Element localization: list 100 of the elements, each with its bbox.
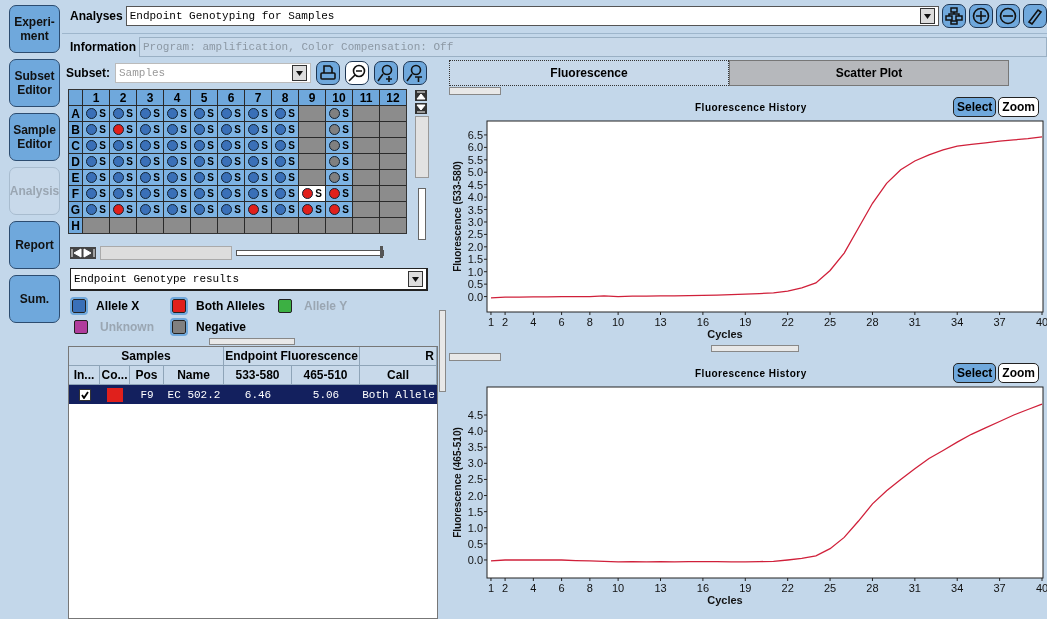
add-button[interactable] [969, 4, 993, 28]
plate-well[interactable] [83, 218, 109, 233]
plate-well[interactable]: S [110, 202, 136, 217]
plate-well[interactable]: S [83, 170, 109, 185]
plate-well[interactable]: S [191, 122, 217, 137]
chart-button[interactable]: Zoom [998, 363, 1039, 383]
pin-sample-button[interactable] [403, 61, 427, 85]
collapse-handle[interactable] [449, 353, 501, 361]
plate-well[interactable] [380, 186, 406, 201]
plot-area[interactable] [486, 386, 1044, 579]
column-header[interactable]: 465-510 [292, 366, 360, 385]
plate-well[interactable] [218, 218, 244, 233]
scroll-bar[interactable] [100, 246, 232, 260]
plate-well[interactable] [380, 138, 406, 153]
plate-well[interactable]: S [326, 170, 352, 185]
plate-well[interactable] [353, 186, 379, 201]
plate-well[interactable]: S [299, 202, 325, 217]
plate-well[interactable]: S [137, 186, 163, 201]
plate-well[interactable]: S [191, 106, 217, 121]
plate-well[interactable]: S [110, 186, 136, 201]
plate-well[interactable]: S [326, 106, 352, 121]
plate-well[interactable]: S [245, 202, 271, 217]
plate-well[interactable]: S [326, 154, 352, 169]
plate-well[interactable]: S [164, 122, 190, 137]
nav-button[interactable]: Report [9, 221, 60, 269]
plate-well[interactable] [137, 218, 163, 233]
plate-well[interactable] [299, 106, 325, 121]
tab[interactable]: Scatter Plot [729, 60, 1009, 86]
edit-button[interactable] [1023, 4, 1047, 28]
plate-well[interactable]: S [110, 138, 136, 153]
plate-well[interactable] [110, 218, 136, 233]
plate-well[interactable]: S [272, 186, 298, 201]
plate-well[interactable]: S [83, 122, 109, 137]
scroll-bar[interactable] [415, 116, 429, 178]
plate-well[interactable]: S [164, 154, 190, 169]
plate-well[interactable]: S [218, 154, 244, 169]
plate-well[interactable] [353, 106, 379, 121]
tab[interactable]: Fluorescence [449, 60, 729, 86]
column-header[interactable]: Pos [130, 366, 164, 385]
plate-well[interactable]: S [191, 154, 217, 169]
chart-button[interactable]: Select [952, 97, 997, 117]
plate-well[interactable] [272, 218, 298, 233]
plate-well[interactable]: S [164, 170, 190, 185]
zoom-out-button[interactable] [345, 61, 369, 85]
plate-well[interactable]: S [245, 106, 271, 121]
plate-well[interactable]: S [245, 138, 271, 153]
plate-well[interactable] [164, 218, 190, 233]
plate-well[interactable]: S [83, 202, 109, 217]
plate-well[interactable] [380, 106, 406, 121]
nav-button[interactable]: Experi-ment [9, 5, 60, 53]
plate-well[interactable]: S [299, 186, 325, 201]
plate-well[interactable]: S [272, 170, 298, 185]
legend-swatch[interactable] [72, 299, 86, 313]
plate-well[interactable] [299, 154, 325, 169]
plate-well[interactable]: S [83, 154, 109, 169]
add-sample-button[interactable] [374, 61, 398, 85]
collapse-handle[interactable] [449, 87, 501, 95]
plate-well[interactable] [380, 202, 406, 217]
plate-well[interactable]: S [218, 186, 244, 201]
plate-well[interactable]: S [83, 106, 109, 121]
nav-button[interactable]: Subset Editor [9, 59, 60, 107]
splitter-handle[interactable] [209, 338, 295, 345]
plate-well[interactable]: S [218, 122, 244, 137]
plate-well[interactable] [326, 218, 352, 233]
plate-well[interactable]: S [137, 202, 163, 217]
plate-well[interactable]: S [164, 186, 190, 201]
plate-well[interactable] [353, 170, 379, 185]
plate-well[interactable]: S [218, 106, 244, 121]
plate-well[interactable]: S [191, 186, 217, 201]
plate-well[interactable]: S [83, 186, 109, 201]
nav-button[interactable]: Sum. [9, 275, 60, 323]
plate-well[interactable]: S [245, 186, 271, 201]
plate-well[interactable] [380, 122, 406, 137]
slider-thumb[interactable] [380, 246, 383, 258]
plate-well[interactable] [299, 138, 325, 153]
chart-button[interactable]: Select [952, 363, 997, 383]
splitter-handle[interactable] [711, 345, 799, 352]
plate-well[interactable]: S [110, 154, 136, 169]
checkbox[interactable] [78, 388, 91, 401]
nav-button[interactable]: Sample Editor [9, 113, 60, 161]
plate-well[interactable]: S [326, 122, 352, 137]
analysis-dropdown[interactable]: Endpoint Genotyping for Samples [125, 6, 939, 26]
plate-well[interactable]: S [272, 154, 298, 169]
plate-well[interactable]: S [218, 202, 244, 217]
plate-well[interactable]: S [137, 138, 163, 153]
plate-well[interactable] [380, 154, 406, 169]
plate-well[interactable]: S [245, 154, 271, 169]
plate-well[interactable]: S [272, 202, 298, 217]
column-header[interactable]: In... [69, 366, 100, 385]
plate-well[interactable]: S [137, 122, 163, 137]
plate-well[interactable]: S [272, 138, 298, 153]
plate-well[interactable]: S [110, 106, 136, 121]
plate-well[interactable] [299, 218, 325, 233]
column-header[interactable]: 533-580 [224, 366, 292, 385]
plate-well[interactable] [191, 218, 217, 233]
plate-well[interactable] [380, 170, 406, 185]
plate-well[interactable]: S [110, 170, 136, 185]
plate-well[interactable] [353, 154, 379, 169]
plate-well[interactable]: S [326, 138, 352, 153]
plate-well[interactable]: S [137, 154, 163, 169]
